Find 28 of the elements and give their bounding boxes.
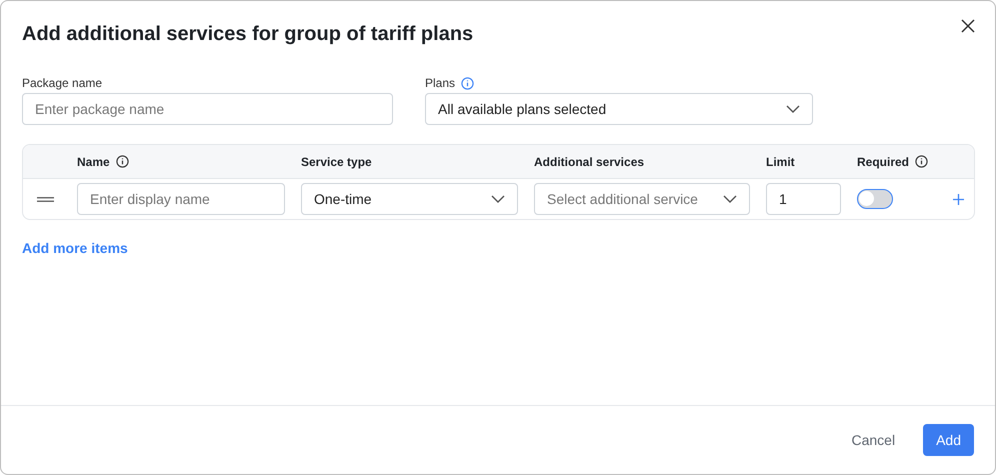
add-button[interactable]: Add: [923, 424, 974, 456]
column-header: Limit: [766, 154, 795, 168]
chevron-down-icon: [491, 195, 505, 203]
service-type-select[interactable]: One-time: [301, 183, 518, 215]
drag-handle-icon[interactable]: [37, 196, 54, 202]
add-row-button[interactable]: [953, 194, 964, 204]
display-name-field[interactable]: Enter display name: [77, 183, 285, 215]
column-header: Required: [857, 154, 910, 168]
limit-field[interactable]: 1: [766, 183, 841, 215]
chevron-down-icon: [786, 105, 800, 113]
info-icon[interactable]: [915, 155, 928, 168]
column-header: Service type: [301, 154, 372, 168]
field-label: Package name: [22, 76, 104, 90]
additional-service-select[interactable]: Select additional service: [534, 183, 750, 215]
plus-icon: [953, 194, 964, 204]
close-button[interactable]: [959, 17, 977, 35]
field-label: Plans: [425, 76, 456, 90]
plans-select[interactable]: All available plans selected: [425, 93, 813, 125]
dialog-title: Add additional services for group of tariff plans: [22, 23, 474, 46]
required-toggle[interactable]: [857, 189, 893, 209]
chevron-down-icon: [723, 195, 737, 203]
package-name-field[interactable]: Enter package name: [22, 93, 393, 125]
column-header: Name: [77, 154, 110, 168]
add-more-link[interactable]: Add more items: [22, 240, 128, 256]
close-icon: [961, 19, 975, 33]
cancel-button[interactable]: Cancel: [847, 424, 900, 456]
column-header: Additional services: [534, 154, 644, 168]
info-icon[interactable]: [116, 155, 129, 168]
